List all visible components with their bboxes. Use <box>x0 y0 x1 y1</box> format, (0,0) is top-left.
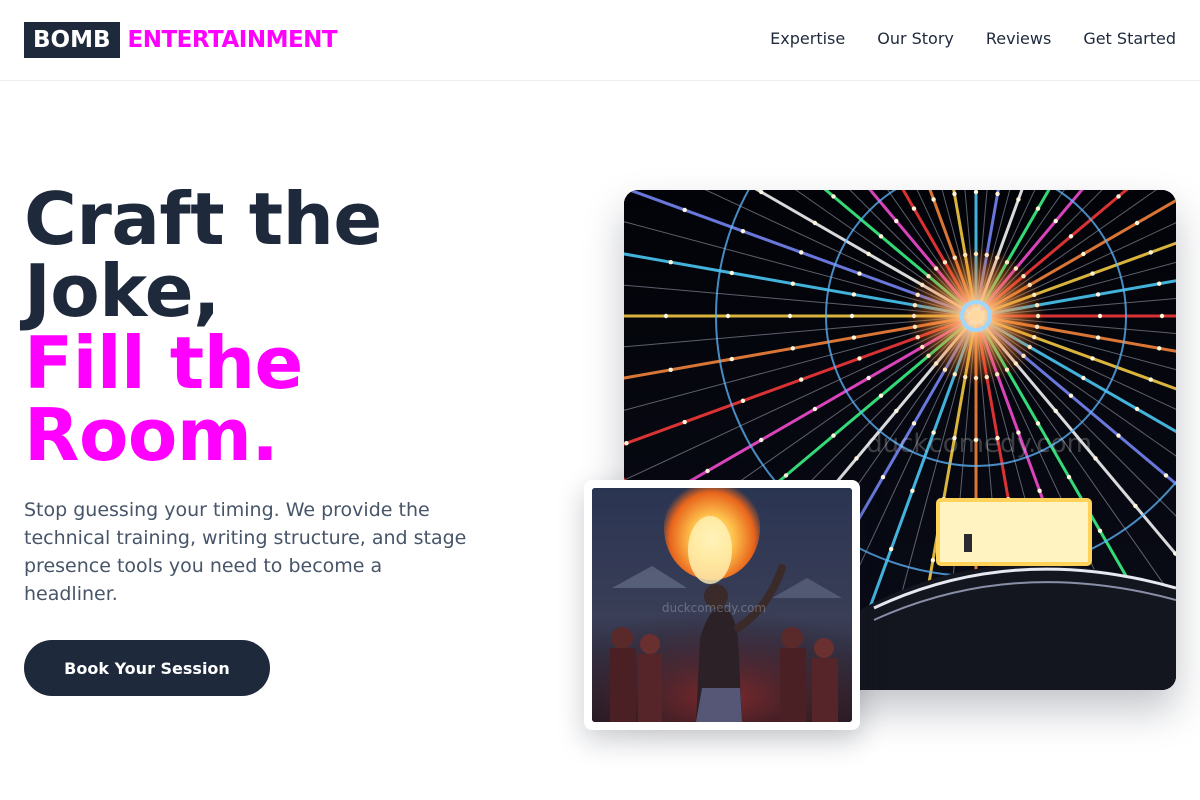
nav-link-get-started[interactable]: Get Started <box>1083 29 1176 49</box>
hero-subtext: Stop guessing your timing. We provide th… <box>24 499 467 605</box>
book-session-button[interactable]: Book Your Session <box>24 640 270 696</box>
headline-line-4: Room. <box>24 393 279 477</box>
site-header: BOMB ENTERTAINMENT Expertise Our Story R… <box>0 0 1200 81</box>
headline-line-3: Fill the <box>24 321 303 405</box>
main-nav: Expertise Our Story Reviews Get Started <box>770 29 1176 49</box>
inset-image-watermark: duckcomedy.com <box>662 601 766 615</box>
headline-line-1: Craft the <box>24 177 382 261</box>
headline-line-2: Joke, <box>24 249 220 333</box>
fire-breather-image-frame: duckcomedy.com <box>584 480 860 730</box>
fire-breather-image: duckcomedy.com <box>592 488 852 722</box>
hero-headline: Craft the Joke, Fill the Room. <box>24 183 564 471</box>
nav-link-reviews[interactable]: Reviews <box>986 29 1051 49</box>
brand-logo-text: ENTERTAINMENT <box>127 27 338 53</box>
nav-link-our-story[interactable]: Our Story <box>877 29 954 49</box>
brand-logo[interactable]: BOMB ENTERTAINMENT <box>24 22 338 58</box>
main-image-watermark: duckcomedy.com <box>866 429 1092 459</box>
brand-logo-box: BOMB <box>24 22 120 58</box>
nav-link-expertise[interactable]: Expertise <box>770 29 845 49</box>
